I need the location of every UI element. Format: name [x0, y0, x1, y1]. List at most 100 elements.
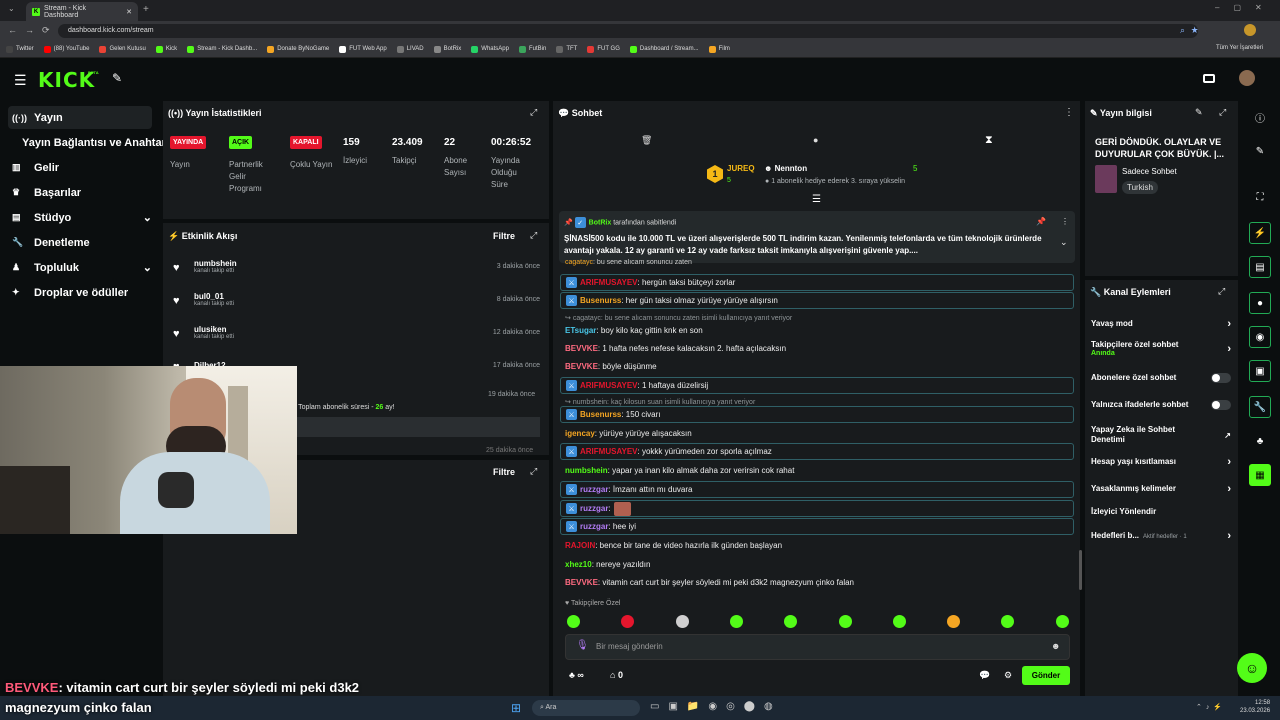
emoji-picker-icon[interactable]: ☻ [1051, 641, 1060, 651]
channel-action-item[interactable]: Yapay Zeka ile Sohbet Denetimi ↗ [1091, 425, 1231, 445]
tab-search-icon[interactable]: ⌄ [8, 4, 15, 13]
sidebar-item[interactable]: ▥ Gelir [8, 156, 152, 179]
pinned-more-icon[interactable]: ⋮ [1061, 217, 1069, 226]
sidebar-item[interactable]: 🔧 Denetleme [8, 231, 152, 254]
unpin-icon[interactable]: 📌 [1036, 217, 1046, 226]
chat-username[interactable]: BEVVKE [565, 578, 598, 587]
sidebar-item[interactable]: ♛ Başarılar [8, 181, 152, 204]
chat-message[interactable]: ⚔ Busenurss: 150 civarı [560, 406, 1074, 423]
sidebar-item[interactable]: ✦ Droplar ve ödüller [8, 281, 152, 304]
events-filter-button[interactable]: Filtre [493, 467, 515, 477]
chat-username[interactable]: Busenurss [580, 410, 621, 419]
microphone-icon[interactable]: 🎙 [576, 640, 589, 651]
chat-message[interactable]: BEVVKE: 1 hafta nefes nefese kalacaksın … [560, 340, 1074, 357]
taskbar-apps[interactable]: ▭▣📁◉◎⬤◍ [650, 701, 782, 712]
collapse-leaderboard-icon[interactable]: ☰ [812, 194, 821, 205]
wrench-icon[interactable]: 🔧 [1249, 396, 1271, 418]
chevron-right-icon[interactable]: › [1227, 483, 1231, 495]
info-icon[interactable]: ⓘ [1249, 106, 1271, 128]
theater-mode-icon[interactable] [1203, 74, 1215, 83]
chat-message[interactable]: ⚔ ruzzgar: hee iyi [560, 518, 1074, 535]
chevron-right-icon[interactable]: › [1227, 530, 1231, 542]
chat-username[interactable]: ruzzgar [580, 485, 608, 494]
url-input[interactable]: dashboard.kick.com/stream [58, 24, 1198, 38]
chat-message[interactable]: ⚔ ruzzgar: [560, 500, 1074, 517]
notes-icon[interactable]: ▤ [1249, 256, 1271, 278]
bookmark-item[interactable]: Dashboard / Stream... [629, 45, 699, 53]
channel-action-item[interactable]: Abonelere özel sohbet [1091, 373, 1231, 383]
chat-message[interactable]: ⚔ ARIFMUSAYEV: yokkk yürümeden zor sporla… [560, 443, 1074, 460]
tray-icons[interactable]: ⌃♪⚡ [1196, 703, 1226, 711]
pin-icon[interactable]: ✎ [112, 71, 122, 85]
bookmark-item[interactable]: BotRix [433, 45, 461, 53]
store-counter[interactable]: ⌂ 0 [610, 670, 623, 680]
bookmark-item[interactable]: FUT GG [587, 45, 620, 53]
bookmark-item[interactable]: (88) YouTube [43, 45, 89, 53]
channel-action-item[interactable]: Yalnızca ifadelerle sohbet [1091, 400, 1231, 410]
browser-tab[interactable]: K Stream - Kick Dashboard ✕ [26, 2, 138, 21]
bookmark-item[interactable]: Film [708, 45, 730, 53]
chat-settings-gear-icon[interactable]: ⚙ [1004, 670, 1012, 681]
bookmark-item[interactable]: Gelen Kutusu [99, 45, 146, 53]
expand-icon[interactable]: ⤢ [1218, 286, 1225, 297]
trash-icon[interactable]: 🗑 [641, 135, 652, 146]
chat-username[interactable]: ARIFMUSAYEV [580, 381, 638, 390]
new-tab-icon[interactable]: + [143, 4, 149, 15]
hamburger-menu-icon[interactable]: ☰ [14, 72, 27, 89]
support-chat-icon[interactable]: ☺ [1237, 653, 1267, 683]
chat-message[interactable]: RAJOIN: bence bir tane de video hazırla … [560, 537, 1074, 554]
broadcast-icon[interactable]: ◉ [1249, 326, 1271, 348]
chat-username[interactable]: ARIFMUSAYEV [580, 447, 638, 456]
start-icon[interactable]: ⊞ [511, 701, 521, 715]
profile-avatar-icon[interactable] [1244, 24, 1256, 36]
chat-username[interactable]: numbshein [565, 466, 608, 475]
chat-message[interactable]: ⚔ ARIFMUSAYEV: hergün taksi bütçeyi zorla… [560, 274, 1074, 291]
chat-username[interactable]: RAJOIN [565, 541, 595, 550]
emote-button[interactable] [838, 615, 852, 628]
bookmark-item[interactable]: FutBin [518, 45, 546, 53]
chevron-right-icon[interactable]: › [1227, 318, 1231, 330]
chat-scrollbar[interactable] [1079, 550, 1082, 590]
chat-bubble-icon[interactable]: ● [813, 135, 818, 145]
store-icon[interactable]: ▣ [1249, 360, 1271, 382]
toggle-switch[interactable] [1211, 373, 1231, 383]
chevron-down-icon[interactable]: ⌄ [143, 261, 152, 274]
sidebar-item[interactable]: ▤ Stüdyo ⌄ [8, 206, 152, 229]
close-tab-icon[interactable]: ✕ [126, 8, 132, 16]
channel-action-item[interactable]: Hesap yaşı kısıtlaması › [1091, 456, 1231, 468]
external-link-icon[interactable]: ↗ [1224, 431, 1231, 440]
chat-message[interactable]: BEVVKE: böyle düşünme [560, 358, 1074, 375]
chevron-right-icon[interactable]: › [1227, 343, 1231, 355]
chat-message[interactable]: ETsugar: boy kilo kaç gittin knk en son [560, 322, 1074, 339]
toggle-switch[interactable] [1211, 400, 1231, 410]
chat-message[interactable]: ⚔ ARIFMUSAYEV: 1 haftaya düzelirsij [560, 377, 1074, 394]
chat-message[interactable]: ⚔ Busenurss: her gün taksi olmaz yürüye y… [560, 292, 1074, 309]
chat-more-icon[interactable]: ⋮ [1064, 107, 1074, 118]
chat-settings-bubble-icon[interactable]: 💬 [979, 670, 990, 681]
chat-message[interactable]: ⚔ ruzzgar: İmzanı attın mı duvara [560, 481, 1074, 498]
zoom-star-icons[interactable]: ⌕★ [1180, 25, 1204, 36]
chevron-right-icon[interactable]: › [1227, 456, 1231, 468]
channel-action-item[interactable]: İzleyici Yönlendir [1091, 507, 1231, 517]
bookmark-item[interactable]: Kick [155, 45, 177, 53]
channel-action-item[interactable]: Hedefleri b... Aktif hedefler · 1 › [1091, 530, 1231, 542]
bookmark-item[interactable]: WhatsApp [471, 45, 509, 53]
emote-button[interactable] [892, 615, 906, 628]
channel-action-item[interactable]: Yavaş mod › [1091, 318, 1231, 330]
user-avatar[interactable] [1239, 70, 1255, 86]
chat-username[interactable]: Busenurss [580, 296, 621, 305]
bookmark-item[interactable]: LIVAD [396, 45, 424, 53]
chat-message[interactable]: BEVVKE: vitamin cart curt bir şeyler söy… [560, 574, 1074, 591]
window-controls[interactable]: –▢✕ [1215, 3, 1276, 12]
bookmark-item[interactable]: FUT Web App [339, 45, 387, 53]
chat-username[interactable]: igencay [565, 429, 595, 438]
chat-username[interactable]: BEVVKE [565, 362, 598, 371]
edit-info-icon[interactable]: ✎ [1195, 107, 1203, 118]
emote-button[interactable] [947, 615, 961, 628]
taskbar-search[interactable]: ⌕ Ara [532, 700, 640, 716]
expand-icon[interactable]: ⤢ [530, 107, 537, 118]
kick-logo[interactable]: KICK [38, 68, 95, 92]
chat-username[interactable]: BEVVKE [565, 344, 598, 353]
channel-action-item[interactable]: Yasaklanmış kelimeler › [1091, 483, 1231, 495]
bookmark-item[interactable]: Twitter [6, 45, 34, 53]
